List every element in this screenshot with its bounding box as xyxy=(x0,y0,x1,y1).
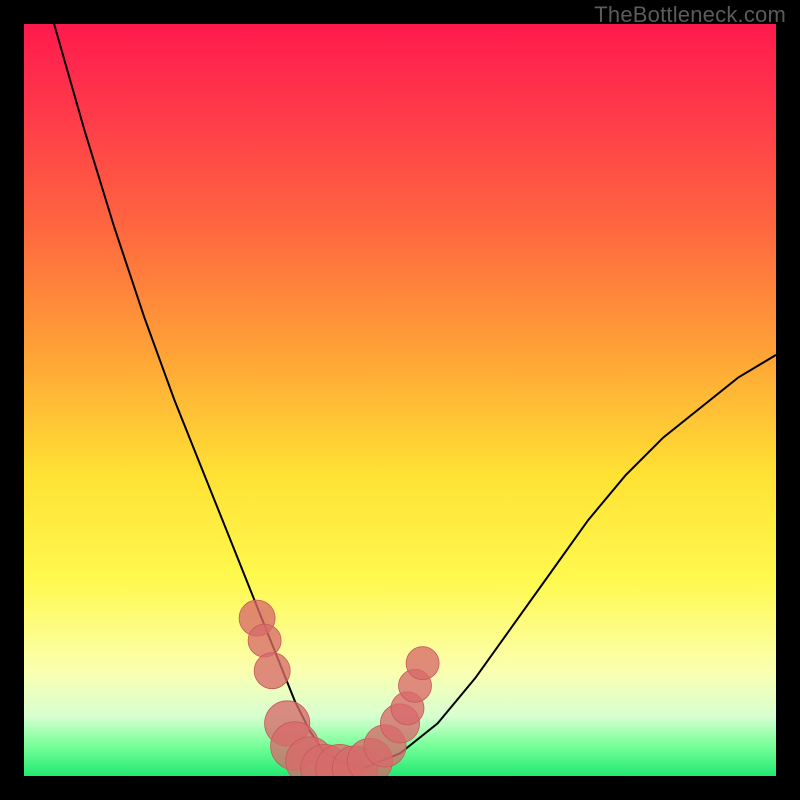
curve-marker xyxy=(248,624,281,657)
curve-marker xyxy=(391,692,424,725)
curve-marker xyxy=(364,725,406,767)
curve-marker xyxy=(399,669,432,702)
curve-markers xyxy=(239,600,439,776)
curve-marker xyxy=(286,737,334,776)
curve-marker xyxy=(316,744,364,776)
curve-marker xyxy=(332,746,377,776)
curve-marker xyxy=(239,600,275,636)
curve-marker xyxy=(380,704,419,743)
curve-marker xyxy=(347,738,392,776)
curve-marker xyxy=(254,653,290,689)
curve-marker xyxy=(301,744,349,776)
chart-plot-area xyxy=(24,24,776,776)
bottleneck-curve-svg xyxy=(24,24,776,776)
curve-marker xyxy=(406,647,439,680)
bottleneck-curve-path xyxy=(54,24,776,769)
curve-marker xyxy=(271,722,319,770)
curve-marker xyxy=(265,701,310,746)
attribution-text: TheBottleneck.com xyxy=(594,2,786,28)
